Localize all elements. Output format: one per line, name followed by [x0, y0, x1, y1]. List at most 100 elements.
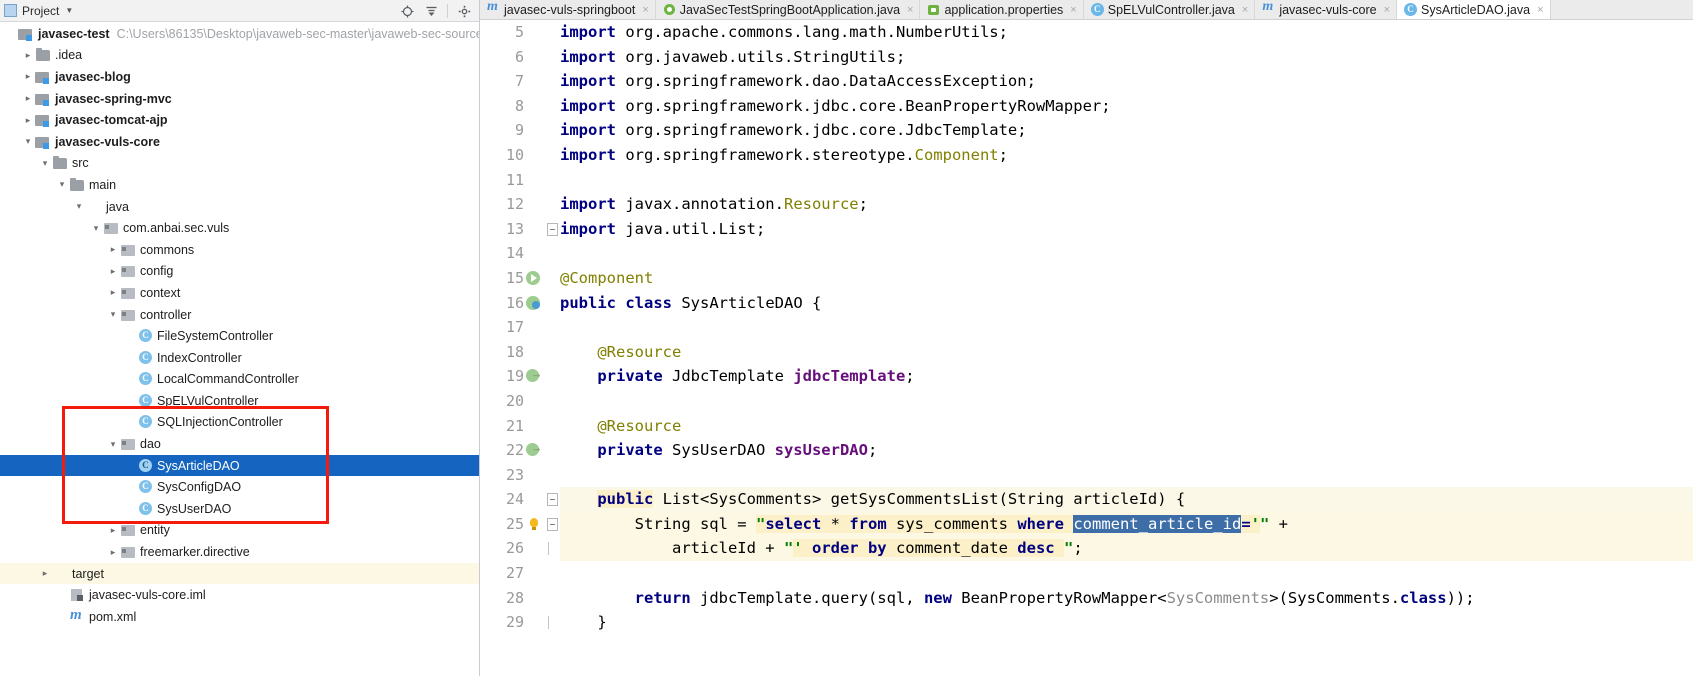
chevron-right-icon[interactable]: [106, 267, 120, 276]
code-line-16[interactable]: 16 public class SysArticleDAO {: [480, 291, 1693, 316]
project-tree[interactable]: javasec-test C:\Users\86135\Desktop\javaw…: [0, 22, 479, 676]
code-line-6[interactable]: 6 import org.javaweb.utils.StringUtils;: [480, 45, 1693, 70]
code-line-12[interactable]: 12 import javax.annotation.Resource;: [480, 192, 1693, 217]
code-line-18[interactable]: 18 @Resource: [480, 340, 1693, 365]
tree-item-javasec-tomcat-ajp[interactable]: javasec-tomcat-ajp: [0, 109, 479, 131]
tree-item-sqlinjectioncontroller[interactable]: SQLInjectionController: [0, 412, 479, 434]
navigate-gutter-icon[interactable]: [526, 442, 543, 459]
collapse-all-icon[interactable]: [420, 1, 442, 21]
chevron-right-icon[interactable]: [21, 72, 35, 81]
tree-item-main[interactable]: main: [0, 174, 479, 196]
code-line-7[interactable]: 7 import org.springframework.dao.DataAcce…: [480, 69, 1693, 94]
chevron-down-icon[interactable]: [21, 137, 35, 146]
code-editor[interactable]: 5 import org.apache.commons.lang.math.Num…: [480, 20, 1693, 676]
editor-tab-javasec-vuls-core[interactable]: javasec-vuls-core ×: [1255, 0, 1398, 19]
chevron-right-icon[interactable]: [21, 94, 35, 103]
chevron-down-icon[interactable]: [106, 440, 120, 449]
code-line-22[interactable]: 22 private SysUserDAO sysUserDAO;: [480, 438, 1693, 463]
code-line-23[interactable]: 23: [480, 463, 1693, 488]
code-line-24[interactable]: 24 public List<SysComments> getSysCommen…: [480, 487, 1693, 512]
code-line-27[interactable]: 27: [480, 561, 1693, 586]
tree-item-idea[interactable]: .idea: [0, 45, 479, 67]
tree-item-javasec-vuls-core[interactable]: javasec-vuls-core: [0, 131, 479, 153]
tree-item-filesystemcontroller[interactable]: FileSystemController: [0, 325, 479, 347]
code-line-17[interactable]: 17: [480, 315, 1693, 340]
chevron-right-icon[interactable]: [106, 548, 120, 557]
code-line-11[interactable]: 11: [480, 168, 1693, 193]
close-icon[interactable]: ×: [642, 4, 648, 16]
code-line-19[interactable]: 19 private JdbcTemplate jdbcTemplate;: [480, 364, 1693, 389]
run-gutter-icon[interactable]: [526, 270, 543, 287]
chevron-right-icon[interactable]: [106, 245, 120, 254]
close-icon[interactable]: ×: [907, 4, 913, 16]
code-line-26[interactable]: 26 articleId + "' order by comment_date …: [480, 536, 1693, 562]
code-content: import javax.annotation.Resource;: [560, 195, 868, 214]
code-line-14[interactable]: 14: [480, 241, 1693, 266]
tree-item-spelvulcontroller[interactable]: SpELVulController: [0, 390, 479, 412]
code-line-9[interactable]: 9 import org.springframework.jdbc.core.Jd…: [480, 118, 1693, 143]
chevron-down-icon[interactable]: [72, 202, 86, 211]
chevron-down-icon[interactable]: ▼: [65, 6, 73, 15]
editor-tab-javasec-vuls-springboot[interactable]: javasec-vuls-springboot ×: [480, 0, 656, 19]
close-icon[interactable]: ×: [1242, 4, 1248, 16]
chevron-right-icon[interactable]: [21, 116, 35, 125]
editor-tab-sysarticledao-java[interactable]: SysArticleDAO.java ×: [1397, 0, 1551, 19]
tree-item-entity[interactable]: entity: [0, 520, 479, 542]
navigate-gutter-icon[interactable]: [526, 368, 543, 385]
tree-item-target[interactable]: target: [0, 562, 479, 585]
code-line-25[interactable]: 25 String sql = "select * from sys_comme…: [480, 511, 1693, 537]
code-fold-toggle[interactable]: [547, 222, 558, 236]
chevron-down-icon[interactable]: [38, 159, 52, 168]
editor-tab-javasectestspringbootapplication-java[interactable]: JavaSecTestSpringBootApplication.java ×: [655, 0, 921, 19]
intention-bulb-icon[interactable]: [526, 516, 543, 533]
code-fold-toggle[interactable]: [547, 493, 558, 507]
chevron-right-icon[interactable]: [38, 569, 52, 578]
chevron-down-icon[interactable]: [55, 180, 69, 189]
chevron-right-icon[interactable]: [106, 526, 120, 535]
tree-item-javasec-test[interactable]: javasec-test C:\Users\86135\Desktop\javaw…: [0, 23, 479, 45]
tree-item-context[interactable]: context: [0, 282, 479, 304]
chevron-down-icon[interactable]: [89, 224, 103, 233]
settings-gear-icon[interactable]: [453, 1, 475, 21]
chevron-right-icon[interactable]: [106, 288, 120, 297]
tree-item-dao[interactable]: dao: [0, 433, 479, 455]
code-line-29[interactable]: 29 }: [480, 610, 1693, 635]
tree-item-pom-xml[interactable]: pom.xml: [0, 606, 479, 628]
code-line-8[interactable]: 8 import org.springframework.jdbc.core.Be…: [480, 94, 1693, 119]
close-icon[interactable]: ×: [1384, 4, 1390, 16]
tree-item-freemarker-directive[interactable]: freemarker.directive: [0, 541, 479, 563]
tree-item-javasec-spring-mvc[interactable]: javasec-spring-mvc: [0, 88, 479, 110]
editor-tab-bar[interactable]: javasec-vuls-springboot×JavaSecTestSprin…: [480, 0, 1693, 20]
module-icon: [35, 134, 52, 150]
tree-item-sysconfigdao[interactable]: SysConfigDAO: [0, 476, 479, 498]
tree-item-commons[interactable]: commons: [0, 239, 479, 261]
code-line-10[interactable]: 10 import org.springframework.stereotype.…: [480, 143, 1693, 168]
tree-item-sysarticledao[interactable]: SysArticleDAO: [0, 454, 479, 477]
module-icon: [35, 69, 52, 85]
chevron-right-icon[interactable]: [21, 51, 35, 60]
tree-item-java[interactable]: java: [0, 196, 479, 218]
tree-item-src[interactable]: src: [0, 153, 479, 175]
locate-icon[interactable]: [396, 1, 418, 21]
code-line-13[interactable]: 13 import java.util.List;: [480, 217, 1693, 242]
tree-item-controller[interactable]: controller: [0, 304, 479, 326]
chevron-down-icon[interactable]: [106, 310, 120, 319]
code-line-20[interactable]: 20: [480, 389, 1693, 414]
tree-item-sysuserdao[interactable]: SysUserDAO: [0, 498, 479, 520]
tree-item-javasec-vuls-core-iml[interactable]: javasec-vuls-core.iml: [0, 584, 479, 606]
code-line-15[interactable]: 15 @Component: [480, 266, 1693, 291]
close-icon[interactable]: ×: [1070, 4, 1076, 16]
editor-tab-spelvulcontroller-java[interactable]: SpELVulController.java ×: [1083, 0, 1256, 19]
code-fold-toggle[interactable]: [547, 517, 558, 531]
code-line-21[interactable]: 21 @Resource: [480, 414, 1693, 439]
code-line-5[interactable]: 5 import org.apache.commons.lang.math.Num…: [480, 20, 1693, 45]
close-icon[interactable]: ×: [1537, 4, 1543, 16]
tree-item-config[interactable]: config: [0, 261, 479, 283]
tree-item-localcommandcontroller[interactable]: LocalCommandController: [0, 369, 479, 391]
editor-tab-application-properties[interactable]: application.properties ×: [920, 0, 1084, 19]
tree-item-indexcontroller[interactable]: IndexController: [0, 347, 479, 369]
spring-bean-gutter-icon[interactable]: [526, 295, 543, 312]
code-line-28[interactable]: 28 return jdbcTemplate.query(sql, new Be…: [480, 586, 1693, 611]
tree-item-javasec-blog[interactable]: javasec-blog: [0, 66, 479, 88]
tree-item-com-anbai-sec-vuls[interactable]: com.anbai.sec.vuls: [0, 217, 479, 239]
